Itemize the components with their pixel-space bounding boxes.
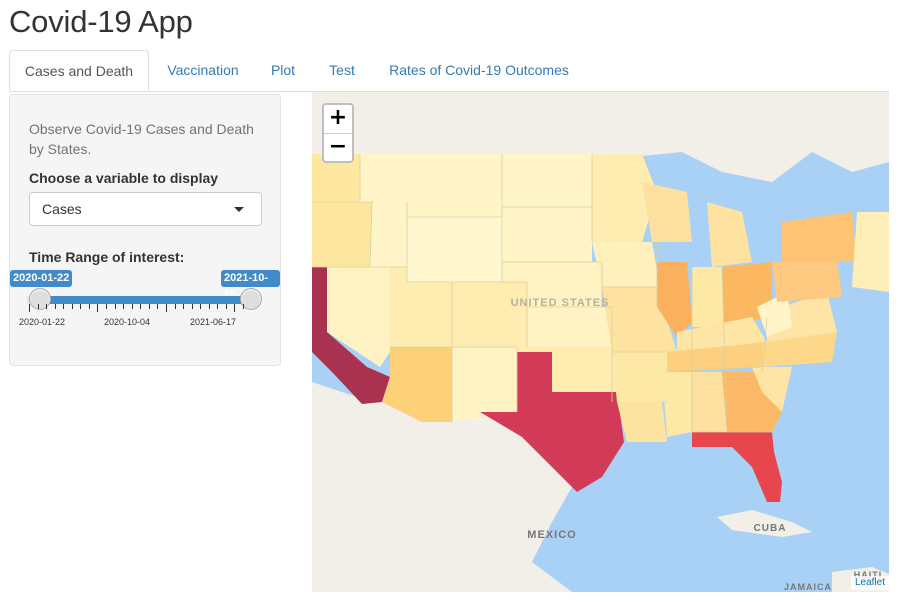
tick-label-2: 2020-10-04 bbox=[103, 317, 151, 327]
slider-tick bbox=[131, 304, 133, 309]
map-label-mexico: MEXICO bbox=[527, 529, 576, 541]
state-alabama[interactable] bbox=[692, 372, 727, 432]
state-pennsylvania[interactable] bbox=[772, 257, 842, 302]
slider-tick bbox=[217, 304, 219, 309]
map-container[interactable]: UNITED STATES MEXICO CUBA JAMAICA HAITI bbox=[312, 92, 889, 592]
app-title: Covid-19 App bbox=[9, 4, 193, 39]
time-range-label: Time Range of interest: bbox=[29, 249, 185, 265]
tab-test[interactable]: Test bbox=[320, 50, 364, 90]
choropleth-map: UNITED STATES MEXICO CUBA JAMAICA HAITI bbox=[312, 92, 889, 592]
slider-tick bbox=[46, 304, 48, 309]
slider-tick bbox=[140, 304, 142, 309]
tab-vaccination[interactable]: Vaccination bbox=[159, 50, 247, 90]
state-new-mexico[interactable] bbox=[452, 347, 517, 422]
slider-tick bbox=[29, 304, 30, 312]
slider-tick bbox=[97, 304, 99, 312]
state-wyoming[interactable] bbox=[407, 217, 502, 282]
state-indiana[interactable] bbox=[692, 267, 724, 327]
tab-rates-of-covid-19-outcomes[interactable]: Rates of Covid-19 Outcomes bbox=[379, 50, 579, 90]
map-label-united-states: UNITED STATES bbox=[511, 297, 610, 309]
state-colorado[interactable] bbox=[452, 282, 527, 347]
zoom-in-button[interactable]: + bbox=[324, 105, 352, 134]
state-arkansas[interactable] bbox=[612, 352, 667, 402]
slider-tick bbox=[200, 304, 202, 309]
tab-bar: Cases and Death Vaccination Plot Test Ra… bbox=[9, 50, 889, 92]
slider-tick bbox=[225, 304, 227, 309]
slider-tick bbox=[80, 304, 82, 309]
slider-tick bbox=[114, 304, 116, 309]
variable-select-value: Cases bbox=[42, 201, 82, 217]
range-end-badge: 2021-10-15 bbox=[221, 270, 280, 301]
map-label-cuba: CUBA bbox=[754, 523, 787, 534]
variable-select[interactable]: Cases bbox=[29, 192, 262, 226]
tick-label-1: 2020-01-22 bbox=[18, 317, 66, 327]
tick-label-3: 2021-06-17 bbox=[189, 317, 237, 327]
slider-tick bbox=[191, 304, 193, 309]
slider-tick bbox=[54, 304, 56, 309]
help-text: Observe Covid-19 Cases and Death by Stat… bbox=[29, 121, 254, 157]
slider-tick bbox=[106, 304, 108, 309]
state-mississippi[interactable] bbox=[662, 372, 692, 437]
slider-tick bbox=[63, 304, 65, 309]
slider-tick bbox=[71, 304, 73, 309]
sidebar-panel: Observe Covid-19 Cases and Death by Stat… bbox=[9, 94, 281, 366]
state-new-england[interactable] bbox=[852, 212, 889, 292]
zoom-control: + − bbox=[322, 103, 354, 163]
tab-plot[interactable]: Plot bbox=[261, 50, 305, 90]
slider-ticks bbox=[29, 304, 253, 314]
slider-tick bbox=[174, 304, 176, 309]
state-oregon[interactable] bbox=[312, 202, 372, 267]
slider-tick bbox=[208, 304, 210, 309]
slider-tick bbox=[165, 304, 167, 312]
slider-tick bbox=[183, 304, 185, 309]
slider-tick bbox=[234, 304, 236, 312]
slider-tick bbox=[123, 304, 125, 309]
zoom-out-button[interactable]: − bbox=[324, 134, 352, 162]
leaflet-attribution-link[interactable]: Leaflet bbox=[850, 576, 889, 590]
state-south-dakota[interactable] bbox=[502, 207, 592, 262]
map-label-jamaica: JAMAICA bbox=[784, 582, 832, 592]
slider-range-bar[interactable] bbox=[39, 296, 253, 304]
slider-tick bbox=[157, 304, 159, 309]
chevron-down-icon bbox=[234, 207, 244, 212]
slider-tick bbox=[148, 304, 150, 309]
state-kansas[interactable] bbox=[527, 307, 612, 347]
slider-tick bbox=[37, 304, 39, 309]
tab-cases-and-death[interactable]: Cases and Death bbox=[9, 50, 149, 91]
variable-label: Choose a variable to display bbox=[29, 170, 219, 186]
state-north-dakota[interactable] bbox=[502, 154, 592, 207]
slider-tick bbox=[243, 304, 244, 309]
range-start-badge: 2020-01-22 bbox=[10, 270, 73, 287]
slider-tick bbox=[88, 304, 90, 309]
